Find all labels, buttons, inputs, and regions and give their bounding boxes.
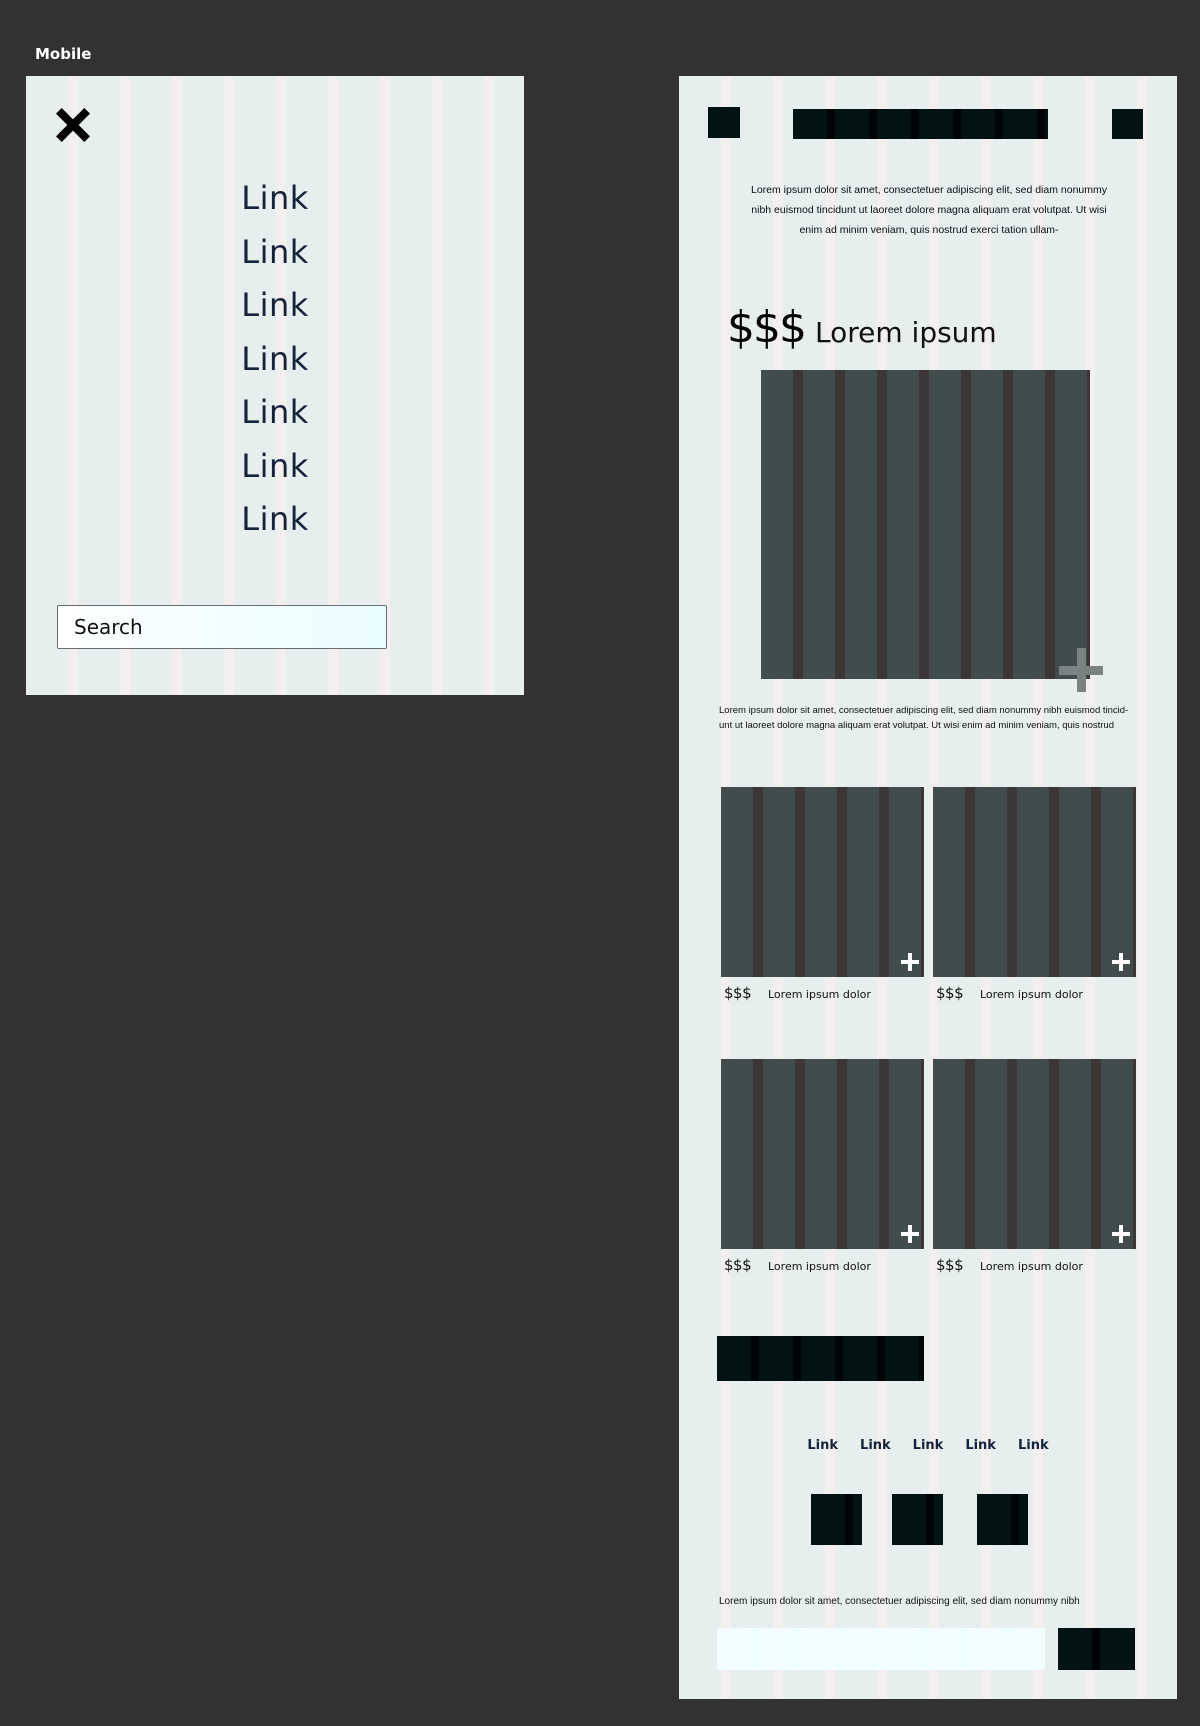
search-input[interactable] <box>58 606 386 648</box>
cart-button[interactable] <box>1112 109 1143 139</box>
menu-link[interactable]: Link <box>241 226 309 280</box>
featured-image[interactable] <box>761 370 1090 679</box>
cta-button[interactable] <box>717 1336 924 1381</box>
product-price: $$$ <box>936 984 964 1002</box>
product-name: Lorem ipsum dolor <box>980 988 1083 1001</box>
social-icon[interactable] <box>811 1494 862 1545</box>
product-price: $$$ <box>724 1256 752 1274</box>
product-image[interactable] <box>721 787 924 977</box>
close-icon[interactable] <box>56 108 90 142</box>
menu-link[interactable]: Link <box>241 386 309 440</box>
menu-link[interactable]: Link <box>241 440 309 494</box>
featured-price: $$$ <box>727 302 807 353</box>
menu-button[interactable] <box>708 107 740 138</box>
footer-link[interactable]: Link <box>860 1438 891 1453</box>
mobile-menu-artboard: Link Link Link Link Link Link Link <box>26 76 524 695</box>
product-image[interactable] <box>933 787 1136 977</box>
mobile-page-artboard: Lorem ipsum dolor sit amet, consectetuer… <box>679 76 1177 1699</box>
social-icon[interactable] <box>892 1494 943 1545</box>
product-price: $$$ <box>936 1256 964 1274</box>
newsletter-input[interactable] <box>717 1628 1045 1670</box>
footer-nav: Link Link Link Link Link <box>679 1438 1177 1453</box>
logo-placeholder[interactable] <box>793 109 1048 139</box>
artboard-label: Mobile <box>35 45 92 63</box>
menu-link[interactable]: Link <box>241 279 309 333</box>
product-image[interactable] <box>933 1059 1136 1249</box>
newsletter-text: Lorem ipsum dolor sit amet, consectetuer… <box>719 1596 1080 1607</box>
product-image[interactable] <box>721 1059 924 1249</box>
menu-link[interactable]: Link <box>241 172 309 226</box>
product-name: Lorem ipsum dolor <box>768 1260 871 1273</box>
plus-icon[interactable] <box>1112 1225 1130 1243</box>
featured-description: Lorem ipsum dolor sit amet, consectetuer… <box>719 705 1129 731</box>
plus-icon[interactable] <box>1112 953 1130 971</box>
menu-link[interactable]: Link <box>241 333 309 387</box>
newsletter-submit-button[interactable] <box>1058 1628 1135 1670</box>
intro-text: Lorem ipsum dolor sit amet, consectetuer… <box>751 184 1107 236</box>
social-icon[interactable] <box>977 1494 1028 1545</box>
product-name: Lorem ipsum dolor <box>980 1260 1083 1273</box>
plus-icon[interactable] <box>901 953 919 971</box>
plus-icon[interactable] <box>1059 648 1103 692</box>
plus-icon[interactable] <box>901 1225 919 1243</box>
footer-link[interactable]: Link <box>807 1438 838 1453</box>
footer-link[interactable]: Link <box>913 1438 944 1453</box>
search-field <box>57 605 387 649</box>
product-price: $$$ <box>724 984 752 1002</box>
featured-title: Lorem ipsum <box>815 316 997 349</box>
menu-nav: Link Link Link Link Link Link Link <box>26 172 524 547</box>
menu-link[interactable]: Link <box>241 493 309 547</box>
footer-link[interactable]: Link <box>965 1438 996 1453</box>
product-name: Lorem ipsum dolor <box>768 988 871 1001</box>
footer-link[interactable]: Link <box>1018 1438 1049 1453</box>
